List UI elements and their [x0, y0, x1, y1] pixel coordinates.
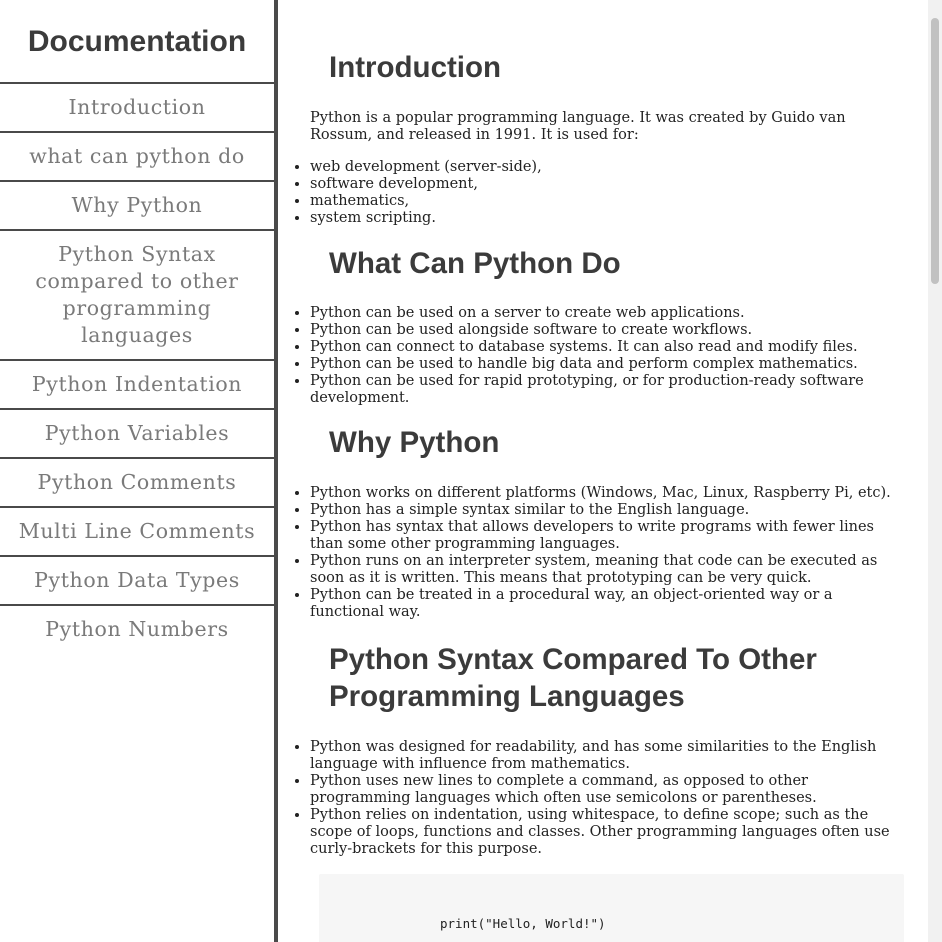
section-list: web development (server-side), software … [278, 159, 928, 227]
nav-link-python-syntax[interactable]: Python Syntax compared to other programm… [0, 231, 274, 361]
section-title: What Can Python Do [329, 247, 621, 280]
list-item: Python can be used alongside software to… [310, 322, 906, 339]
nav-link-multi-line-comments[interactable]: Multi Line Comments [0, 508, 274, 557]
list-item: Python relies on indentation, using whit… [310, 807, 906, 858]
list-item: web development (server-side), [310, 159, 906, 176]
list-item: Python can be used for rapid prototyping… [310, 373, 906, 407]
sidebar-nav: Documentation Introduction what can pyth… [0, 0, 278, 942]
nav-link-introduction[interactable]: Introduction [0, 84, 274, 133]
list-item: software development, [310, 176, 906, 193]
nav-link-python-indentation[interactable]: Python Indentation [0, 361, 274, 410]
list-item: Python can be treated in a procedural wa… [310, 587, 906, 621]
section-paragraph: Python is a popular programming language… [310, 110, 846, 143]
list-item: Python runs on an interpreter system, me… [310, 553, 906, 587]
list-item: system scripting. [310, 210, 906, 227]
nav-link-python-numbers[interactable]: Python Numbers [0, 606, 274, 653]
list-item: Python works on different platforms (Win… [310, 485, 906, 502]
section-syntax-compared: Python Syntax Compared To Other Programm… [278, 621, 928, 942]
section-what-can-python-do: What Can Python Do Python can be used on… [278, 227, 928, 407]
list-item: mathematics, [310, 193, 906, 210]
nav-link-python-comments[interactable]: Python Comments [0, 459, 274, 508]
section-title: Introduction [329, 51, 502, 84]
section-title: Why Python [329, 426, 500, 459]
nav-link-python-variables[interactable]: Python Variables [0, 410, 274, 459]
list-item: Python can connect to database systems. … [310, 339, 906, 356]
list-item: Python has a simple syntax similar to th… [310, 502, 906, 519]
sidebar-title: Documentation [0, 0, 274, 84]
nav-link-what-can-python-do[interactable]: what can python do [0, 133, 274, 182]
code-block: print("Hello, World!") [319, 874, 904, 942]
nav-link-why-python[interactable]: Why Python [0, 182, 274, 231]
scrollbar-thumb[interactable] [931, 18, 939, 284]
section-title: Python Syntax Compared To Other Programm… [329, 643, 817, 713]
section-why-python: Why Python Python works on different pla… [278, 407, 928, 621]
list-item: Python was designed for readability, and… [310, 739, 906, 773]
list-item: Python can be used on a server to create… [310, 305, 906, 322]
list-item: Python can be used to handle big data an… [310, 356, 906, 373]
nav-link-python-data-types[interactable]: Python Data Types [0, 557, 274, 606]
section-introduction: Introduction Python is a popular program… [278, 0, 928, 227]
code-line: print("Hello, World!") [440, 916, 606, 931]
section-list: Python works on different platforms (Win… [278, 485, 928, 621]
scrollbar[interactable] [928, 0, 942, 942]
sidebar-list: Introduction what can python do Why Pyth… [0, 84, 274, 653]
section-list: Python can be used on a server to create… [278, 305, 928, 407]
main-doc: Introduction Python is a popular program… [278, 0, 928, 942]
list-item: Python uses new lines to complete a comm… [310, 773, 906, 807]
section-list: Python was designed for readability, and… [278, 739, 928, 858]
list-item: Python has syntax that allows developers… [310, 519, 906, 553]
